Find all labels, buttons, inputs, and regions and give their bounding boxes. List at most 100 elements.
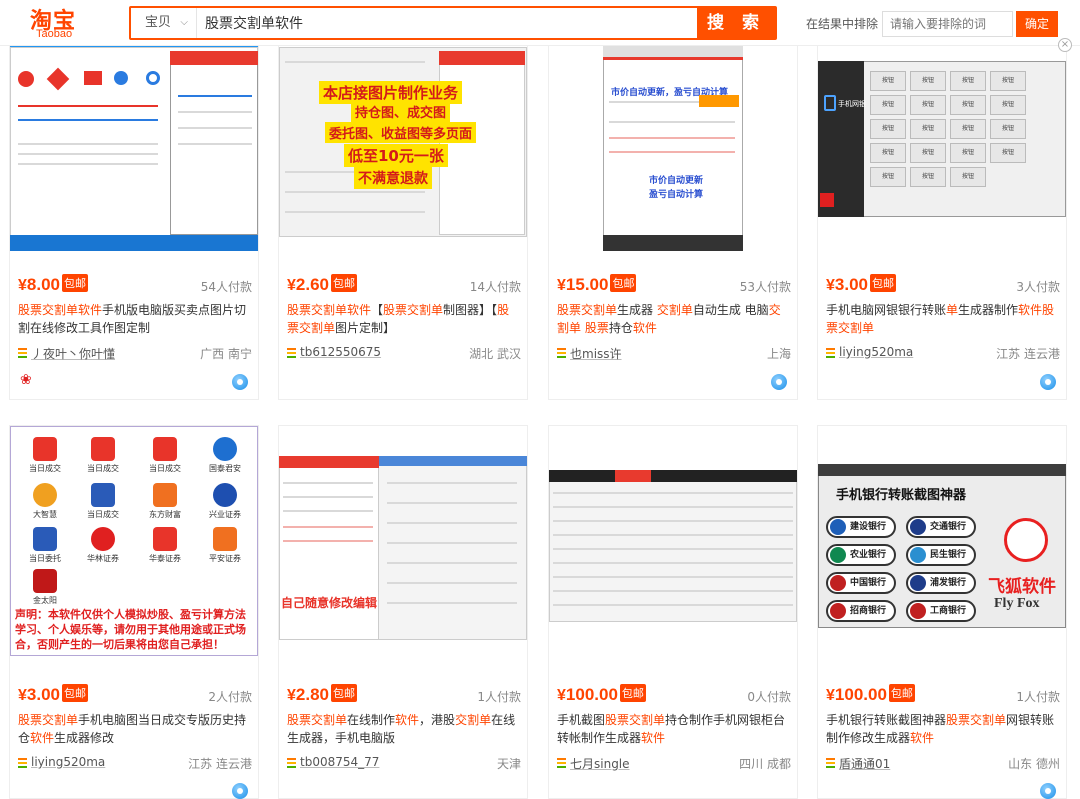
title-text: 持仓 [608, 321, 633, 335]
icon-tile: 平安证券 [201, 527, 249, 564]
shop-location: 江苏 连云港 [996, 347, 1060, 361]
shop-row: 丿夜叶丶你叶懂 广西 南宁 [18, 345, 252, 361]
close-icon[interactable]: × [1058, 38, 1072, 52]
product-title[interactable]: 股票交割单生成器 交割单自动生成 电脑交割单 股票持仓软件 [557, 301, 791, 337]
shop-name-link[interactable]: tb008754_77 [300, 755, 379, 769]
search-button[interactable]: 搜 索 [697, 6, 775, 40]
title-keyword-highlight: 软件 [395, 713, 420, 727]
shop-icon [287, 348, 296, 358]
title-keyword-highlight: 股票交割单软件 [287, 303, 372, 317]
product-image[interactable] [10, 21, 258, 251]
shop-name-link[interactable]: tb612550675 [300, 345, 381, 359]
wangwang-chat-icon[interactable] [771, 374, 787, 390]
product-image[interactable]: 手机网银 按钮 按钮 按钮 按钮 按钮 按钮 按钮 按钮 按钮 按钮 按钮 按钮… [818, 21, 1066, 251]
price: ¥15.00 包邮 [557, 274, 637, 294]
wangwang-chat-icon[interactable] [1040, 374, 1056, 390]
product-card[interactable]: 手机网银 按钮 按钮 按钮 按钮 按钮 按钮 按钮 按钮 按钮 按钮 按钮 按钮… [817, 20, 1067, 400]
title-keyword-highlight: 软件 [641, 731, 666, 745]
price: ¥8.00 包邮 [18, 274, 88, 294]
price: ¥2.80 包邮 [287, 684, 357, 704]
shop-location: 山东 德州 [1008, 757, 1060, 771]
caption-text: 自己随意修改编辑 [281, 596, 378, 610]
paid-count: 53人付款 [739, 280, 791, 294]
shop-row: tb008754_77 天津 [287, 755, 521, 771]
icon-tile: 华林证券 [79, 527, 127, 564]
paid-count: 3人付款 [1016, 280, 1060, 294]
product-image[interactable]: 自己随意修改编辑 [279, 426, 527, 656]
free-shipping-badge: 包邮 [870, 274, 896, 292]
icon-tile: 华泰证券 [141, 527, 189, 564]
shop-row: liying520ma 江苏 连云港 [18, 755, 252, 771]
search-input[interactable] [203, 8, 699, 38]
product-card[interactable]: 手机银行转账截图神器 建设银行 交通银行 农业银行 民生银行 中国银行 浦发银行… [817, 425, 1067, 799]
title-text: 自动生成 电脑 [692, 303, 769, 317]
shop-name-link[interactable]: liying520ma [31, 755, 105, 769]
promo-line: 市价自动更新 [649, 176, 704, 186]
fox-logo-icon [1004, 518, 1048, 562]
product-title[interactable]: 手机银行转账截图神器股票交割单网银转账制作修改生成器软件 [826, 711, 1060, 747]
product-card[interactable]: ¥100.00 包邮 0人付款 手机截图股票交割单持仓制作手机网银柜台转帐制作生成… [548, 425, 798, 799]
bank-tile: 招商银行 [826, 600, 896, 622]
shop-location: 湖北 武汉 [469, 347, 521, 361]
shop-icon [18, 758, 27, 768]
shop-name-link[interactable]: 也miss许 [570, 345, 622, 362]
price-row: ¥15.00 包邮 53人付款 [557, 274, 791, 296]
product-card[interactable]: 当日成交 当日成交 当日成交 国泰君安 大智慧 当日成交 东方财富 兴业证券 当… [9, 425, 259, 799]
free-shipping-badge: 包邮 [331, 684, 357, 702]
paid-count: 1人付款 [1016, 690, 1060, 704]
wangwang-chat-icon[interactable] [1040, 783, 1056, 799]
category-select[interactable]: 宝贝 ⌵ [131, 8, 197, 38]
icon-tile: 大智慧 [21, 483, 69, 520]
product-card[interactable]: ¥8.00 包邮 54人付款 股票交割单软件手机版电脑版买卖点图片切割在线修改工具… [9, 20, 259, 400]
product-image[interactable] [549, 426, 797, 656]
shop-row: 也miss许 上海 [557, 345, 791, 361]
bank-tile: 农业银行 [826, 544, 896, 566]
product-title[interactable]: 手机电脑网银银行转账单生成器制作软件股票交割单 [826, 301, 1060, 337]
shop-name-link[interactable]: liying520ma [839, 345, 913, 359]
title-keyword-highlight: 交割单 [455, 713, 492, 727]
shop-name-link[interactable]: 盾通通01 [839, 755, 890, 772]
exclude-input[interactable] [882, 11, 1013, 37]
product-title[interactable]: 手机截图股票交割单持仓制作手机网银柜台转帐制作生成器软件 [557, 711, 791, 747]
product-title[interactable]: 股票交割单软件【股票交割单制图器】【股票交割单图片定制】 [287, 301, 521, 337]
product-image[interactable]: 手机银行转账截图神器 建设银行 交通银行 农业银行 民生银行 中国银行 浦发银行… [818, 426, 1066, 656]
taobao-logo[interactable]: 淘宝 Taobao [26, 3, 96, 43]
product-card[interactable]: 市价自动更新，盈亏自动计算 市价自动更新 盈亏自动计算 ¥15.00 包邮 53人… [548, 20, 798, 400]
title-keyword-highlight: 股票 [584, 321, 609, 335]
product-title[interactable]: 股票交割单软件手机版电脑版买卖点图片切割在线修改工具作图定制 [18, 301, 252, 337]
shop-name-link[interactable]: 七月single [570, 755, 630, 772]
product-image[interactable]: 市价自动更新，盈亏自动计算 市价自动更新 盈亏自动计算 [549, 21, 797, 251]
product-image[interactable]: 当日成交 当日成交 当日成交 国泰君安 大智慧 当日成交 东方财富 兴业证券 当… [10, 426, 258, 656]
shop-location: 上海 [766, 347, 791, 361]
title-text: ，港股 [419, 713, 456, 727]
product-card[interactable]: 本店接图片制作业务 持仓图、成交图 委托图、收益图等多页面 低至10元一张 不满… [278, 20, 528, 400]
paid-count: 0人付款 [747, 690, 791, 704]
icon-tile: 当日成交 [79, 483, 127, 520]
title-keyword-highlight: 股票交割单 [946, 713, 1007, 727]
title-text: 手机银行转账截图神器 [826, 713, 947, 727]
wangwang-chat-icon[interactable] [232, 783, 248, 799]
shop-row: 七月single 四川 成都 [557, 755, 791, 771]
product-image[interactable]: 本店接图片制作业务 持仓图、成交图 委托图、收益图等多页面 低至10元一张 不满… [279, 21, 527, 251]
promo-line: 盈亏自动计算 [649, 190, 704, 200]
title-keyword-highlight: 软件 [910, 731, 935, 745]
bank-tile: 浦发银行 [906, 572, 976, 594]
price: ¥100.00 包邮 [826, 684, 915, 704]
free-shipping-badge: 包邮 [619, 684, 646, 702]
icon-tile: 当日成交 [79, 437, 127, 474]
exclude-confirm-button[interactable]: 确定 [1016, 11, 1058, 37]
product-title[interactable]: 股票交割单手机电脑图当日成交专版历史持仓软件生成器修改 [18, 711, 252, 747]
title-keyword-highlight: 软件 [30, 731, 55, 745]
product-title[interactable]: 股票交割单在线制作软件，港股交割单在线生成器，手机电脑版 [287, 711, 521, 747]
icon-tile: 兴业证券 [201, 483, 249, 520]
wangwang-chat-icon[interactable] [232, 374, 248, 390]
paid-count: 1人付款 [477, 690, 521, 704]
shop-name-link[interactable]: 丿夜叶丶你叶懂 [31, 345, 115, 362]
price: ¥3.00 包邮 [18, 684, 88, 704]
icon-tile: 当日成交 [141, 437, 189, 474]
product-card[interactable]: 自己随意修改编辑 ¥2.80 包邮 1人付款 股票交割单在线制作软件，港股交割单在… [278, 425, 528, 799]
price-row: ¥100.00 包邮 0人付款 [557, 684, 791, 706]
chevron-down-icon: ⌵ [180, 17, 188, 28]
icon-tile: 当日委托 [21, 527, 69, 564]
free-shipping-badge: 包邮 [888, 684, 915, 702]
